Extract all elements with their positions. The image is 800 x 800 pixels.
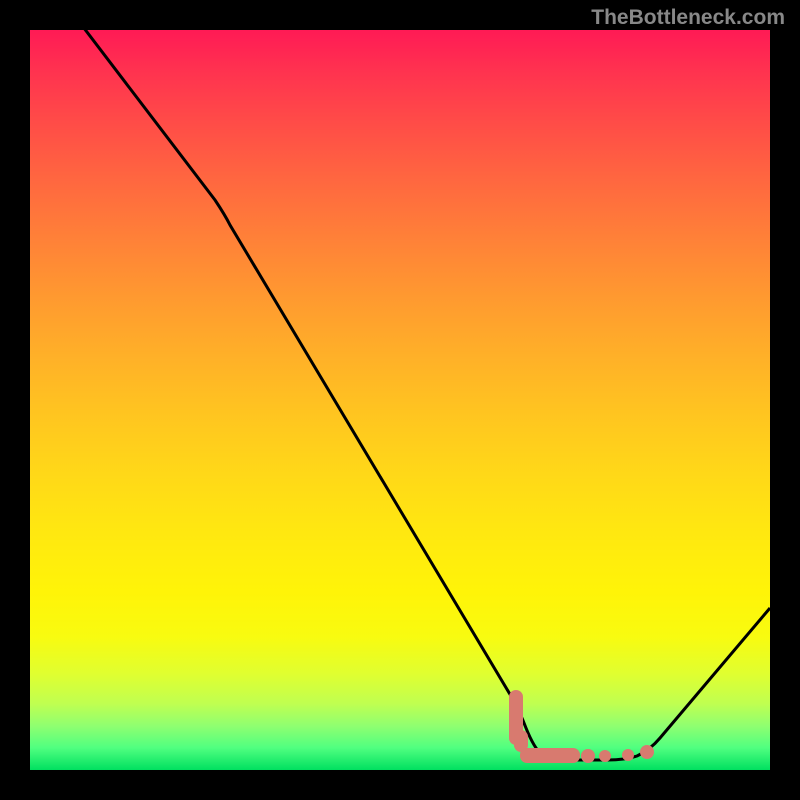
main-curve — [74, 30, 770, 760]
watermark-text: TheBottleneck.com — [591, 6, 785, 30]
plot-area — [30, 30, 770, 770]
chart-container: TheBottleneck.com — [0, 0, 800, 800]
dotted-marks-group — [509, 690, 654, 763]
chart-svg — [30, 30, 770, 770]
